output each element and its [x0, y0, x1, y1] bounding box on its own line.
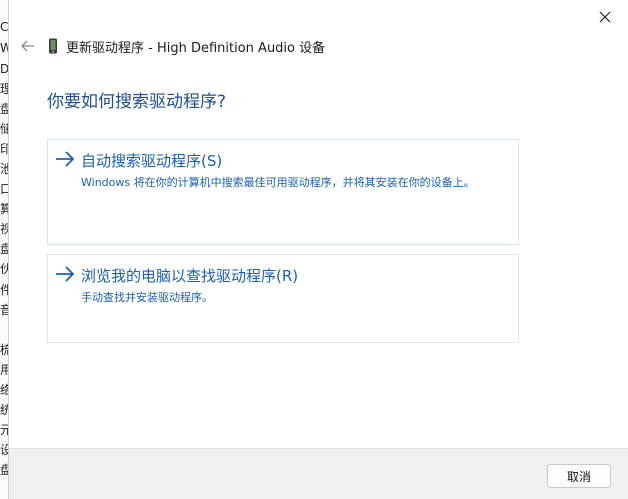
option-description: Windows 将在你的计算机中搜索最佳可用驱动程序，并将其安装在你的设备上。 [81, 176, 475, 189]
auto-search-option[interactable]: 自动搜索驱动程序(S) Windows 将在你的计算机中搜索最佳可用驱动程序，并… [47, 139, 519, 245]
option-title: 浏览我的电脑以查找驱动程序(R) [81, 267, 299, 285]
dialog-footer: 取消 [9, 448, 628, 499]
update-driver-dialog: 更新驱动程序 - High Definition Audio 设备 你要如何搜索… [8, 0, 628, 499]
right-arrow-icon [56, 151, 75, 167]
back-button[interactable] [17, 36, 39, 56]
right-arrow-icon [56, 266, 75, 282]
option-description: 手动查找并安装驱动程序。 [81, 291, 213, 304]
close-icon [599, 11, 611, 23]
option-title: 自动搜索驱动程序(S) [81, 152, 223, 170]
browse-computer-option[interactable]: 浏览我的电脑以查找驱动程序(R) 手动查找并安装驱动程序。 [47, 254, 519, 343]
page-heading: 你要如何搜索驱动程序? [47, 92, 227, 112]
dialog-title: 更新驱动程序 - High Definition Audio 设备 [66, 41, 326, 56]
back-arrow-icon [21, 40, 34, 52]
device-icon [49, 38, 57, 54]
close-button[interactable] [593, 6, 617, 28]
cancel-button[interactable]: 取消 [547, 464, 611, 488]
